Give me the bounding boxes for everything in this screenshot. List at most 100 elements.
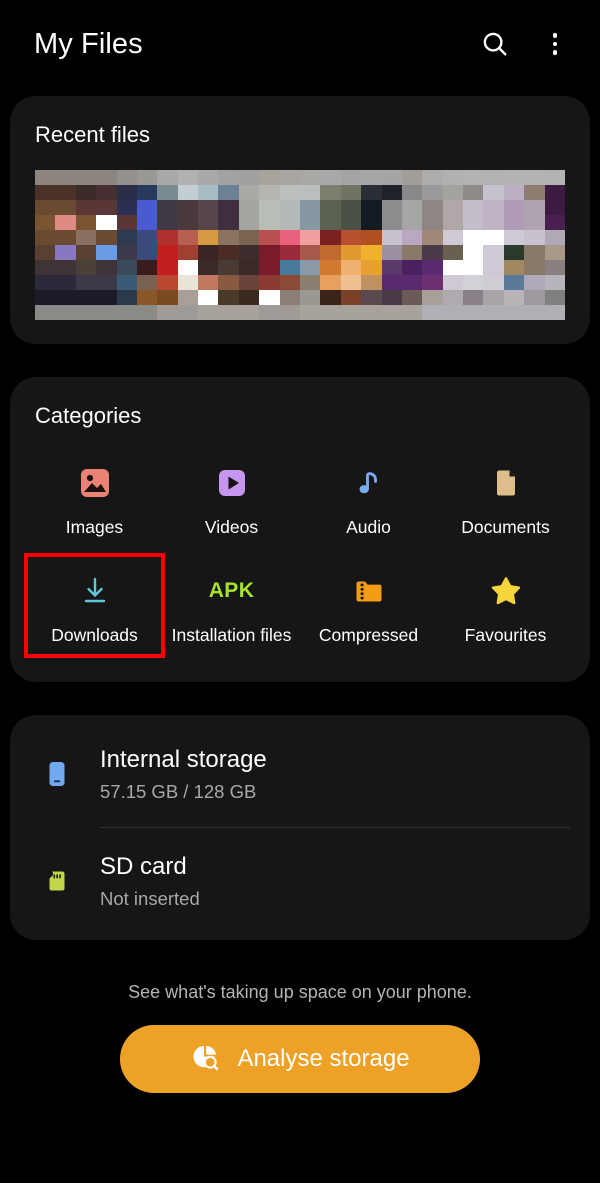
thumbnail-pixel — [483, 230, 504, 245]
thumbnail-pixel — [320, 275, 341, 290]
thumbnail-pixel — [238, 215, 260, 230]
thumbnail-pixel — [116, 260, 137, 275]
category-label: Favourites — [464, 624, 547, 645]
apk-icon: APK — [209, 569, 255, 613]
category-audio[interactable]: Audio — [300, 447, 437, 549]
thumbnail-pixel — [463, 305, 484, 320]
thumbnail-pixel — [75, 275, 97, 290]
analyse-storage-label: Analyse storage — [237, 1045, 410, 1073]
thumbnail-pixel — [279, 275, 300, 290]
thumbnail-pixel — [320, 170, 341, 185]
thumbnail-pixel — [381, 215, 402, 230]
thumbnail-pixel — [381, 185, 402, 200]
category-downloads[interactable]: Downloads — [24, 552, 165, 659]
thumbnail-pixel — [75, 170, 97, 185]
storage-name: SD card — [100, 853, 187, 881]
header-actions — [478, 27, 572, 61]
thumbnail-pixel — [483, 305, 504, 320]
thumbnail-pixel — [544, 215, 565, 230]
thumbnail-pixel — [279, 170, 300, 185]
recent-files-thumbnail-strip[interactable] — [35, 170, 565, 320]
thumbnail-pixel — [320, 290, 341, 305]
thumbnail-pixel — [218, 275, 239, 290]
thumbnail-pixel — [198, 305, 219, 320]
thumbnail-pixel — [524, 275, 545, 290]
thumbnail-pixel — [524, 290, 545, 305]
thumbnail-pixel — [503, 260, 525, 275]
thumbnail-pixel — [259, 185, 280, 200]
thumbnail-pixel — [401, 185, 423, 200]
phone-icon — [36, 759, 78, 789]
category-favourites[interactable]: Favourites — [437, 555, 574, 657]
thumbnail-pixel — [116, 305, 137, 320]
thumbnail-pixel — [544, 170, 565, 185]
storage-row-internal[interactable]: Internal storage 57.15 GB / 128 GB — [10, 721, 590, 827]
thumbnail-pixel — [442, 185, 464, 200]
thumbnail-pixel — [259, 170, 280, 185]
thumbnail-pixel — [96, 185, 117, 200]
thumbnail-pixel — [177, 245, 199, 260]
thumbnail-pixel — [340, 215, 362, 230]
thumbnail-pixel — [299, 305, 321, 320]
thumbnail-pixel — [279, 245, 300, 260]
thumbnail-pixel — [96, 290, 117, 305]
thumbnail-pixel — [503, 305, 525, 320]
thumbnail-pixel — [503, 170, 525, 185]
thumbnail-pixel — [55, 275, 76, 290]
more-vertical-icon[interactable] — [538, 27, 572, 61]
thumbnail-pixel — [299, 185, 321, 200]
category-installation-files[interactable]: APK Installation files — [163, 555, 300, 657]
thumbnail-pixel — [96, 260, 117, 275]
thumbnail-pixel — [401, 305, 423, 320]
categories-title: Categories — [35, 403, 142, 428]
thumbnail-pixel — [463, 215, 484, 230]
recent-files-card[interactable]: Recent files — [10, 96, 590, 344]
category-videos[interactable]: Videos — [163, 447, 300, 549]
thumbnail-pixel — [320, 215, 341, 230]
thumbnail-pixel — [463, 185, 484, 200]
storage-sub: Not inserted — [100, 888, 200, 910]
search-icon[interactable] — [478, 27, 512, 61]
thumbnail-pixel — [299, 245, 321, 260]
thumbnail-pixel — [442, 170, 464, 185]
thumbnail-pixel — [544, 185, 565, 200]
thumbnail-pixel — [340, 170, 362, 185]
thumbnail-pixel — [75, 185, 97, 200]
thumbnail-pixel — [381, 245, 402, 260]
thumbnail-pixel — [422, 260, 443, 275]
thumbnail-pixel — [401, 245, 423, 260]
thumbnail-pixel — [55, 290, 76, 305]
thumbnail-pixel — [238, 185, 260, 200]
thumbnail-pixel — [442, 200, 464, 215]
category-label: Downloads — [51, 624, 138, 645]
analyse-storage-button[interactable]: Analyse storage — [120, 1025, 480, 1094]
thumbnail-pixel — [55, 305, 76, 320]
category-compressed[interactable]: Compressed — [300, 555, 437, 657]
thumbnail-pixel — [35, 200, 56, 215]
category-documents[interactable]: Documents — [437, 447, 574, 549]
thumbnail-pixel — [157, 185, 178, 200]
thumbnail-pixel — [340, 275, 362, 290]
thumbnail-pixel — [320, 260, 341, 275]
thumbnail-pixel — [238, 260, 260, 275]
thumbnail-pixel — [75, 215, 97, 230]
thumbnail-pixel — [544, 275, 565, 290]
thumbnail-pixel — [96, 170, 117, 185]
thumbnail-pixel — [116, 200, 137, 215]
thumbnail-pixel — [177, 200, 199, 215]
thumbnail-pixel — [483, 275, 504, 290]
thumbnail-pixel — [136, 290, 158, 305]
thumbnail-pixel — [503, 230, 525, 245]
thumbnail-pixel — [35, 245, 56, 260]
thumbnail-pixel — [422, 305, 443, 320]
category-images[interactable]: Images — [26, 447, 163, 549]
thumbnail-pixel — [157, 275, 178, 290]
video-play-icon — [214, 461, 250, 505]
thumbnail-pixel — [177, 260, 199, 275]
storage-row-sd-card[interactable]: SD card Not inserted — [10, 828, 590, 934]
thumbnail-pixel — [55, 245, 76, 260]
thumbnail-pixel — [422, 215, 443, 230]
thumbnail-pixel — [116, 290, 137, 305]
thumbnail-pixel — [259, 230, 280, 245]
thumbnail-pixel — [320, 305, 341, 320]
